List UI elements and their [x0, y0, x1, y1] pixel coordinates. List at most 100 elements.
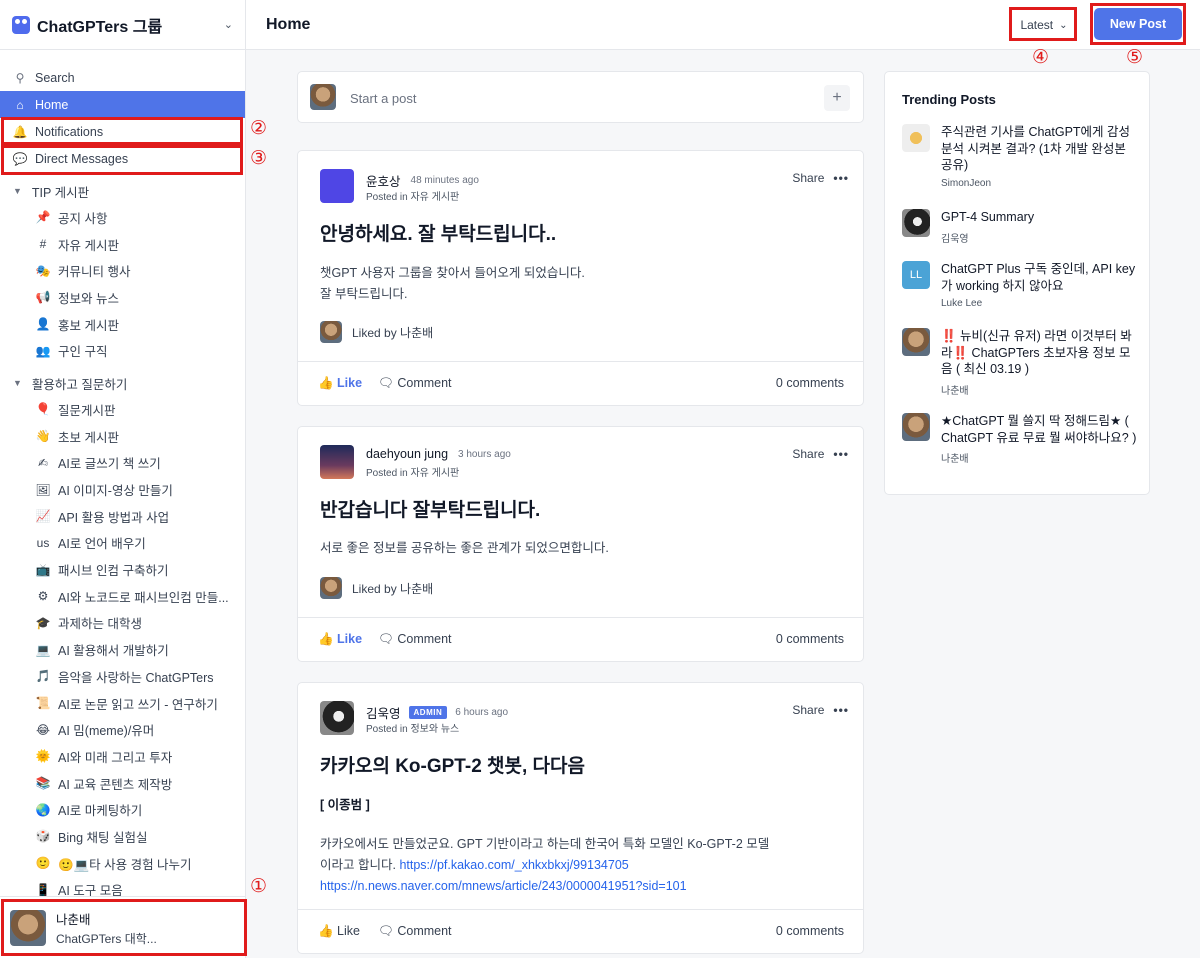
nav-label: Search	[35, 70, 75, 85]
post-title[interactable]: 반갑습니다 잘부탁드립니다.	[320, 495, 540, 522]
channel-item[interactable]: 👥 구인 구직	[0, 337, 245, 364]
channel-icon: ✍	[37, 455, 49, 470]
author-avatar[interactable]	[320, 701, 354, 735]
post-title[interactable]: 카카오의 Ko-GPT-2 챗봇, 다다음	[320, 751, 585, 778]
channel-label: 음악을 사랑하는 ChatGPTers	[58, 670, 214, 685]
trending-item[interactable]: GPT-4 Summary 김욱영	[902, 209, 1137, 245]
comment-count[interactable]: 0 comments	[776, 632, 844, 646]
section-label: TIP 게시판	[31, 185, 90, 200]
channel-item[interactable]: 📌 공지 사항	[0, 204, 245, 231]
channel-label: AI 밈(meme)/유머	[58, 724, 155, 739]
channel-item[interactable]: # 자유 게시판	[0, 231, 245, 258]
channel-icon: 👤	[35, 317, 51, 332]
chevron-down-icon[interactable]: ⌄	[224, 18, 233, 31]
section-usage[interactable]: ▼ 활용하고 질문하기	[0, 370, 245, 396]
annotation-3: ③	[250, 147, 268, 169]
post-footer: 👍 Like 🗨 Comment 0 comments	[298, 909, 863, 953]
comment-button[interactable]: 🗨 Comment	[378, 632, 452, 647]
channel-item[interactable]: ⚙ AI와 노코드로 패시브인컴 만들...	[0, 583, 245, 610]
channel-item[interactable]: 🎵 음악을 사랑하는 ChatGPTers	[0, 663, 245, 690]
channel-item[interactable]: 🙂 🙂💻타 사용 경험 나누기	[0, 850, 245, 877]
post-body-line: 카카오에서도 만들었군요. GPT 기반이라고 하는데 한국어 특화 모델인 K…	[320, 837, 770, 851]
trending-item[interactable]: ★ChatGPT 뭘 쓸지 딱 정해드림★ ( ChatGPT 유료 무료 뭘 …	[902, 413, 1137, 465]
plus-icon[interactable]: +	[824, 85, 850, 111]
channel-icon: 👥	[35, 343, 51, 358]
channel-item[interactable]: 🌏 AI로 마케팅하기	[0, 796, 245, 823]
channel-item[interactable]: 📈 API 활용 방법과 사업	[0, 503, 245, 530]
trending-item-title[interactable]: ‼️ 뉴비(신규 유저) 라면 이것부터 봐라‼️ ChatGPTers 초보자…	[941, 328, 1137, 378]
channel-item[interactable]: 😂 AI 밈(meme)/유머	[0, 716, 245, 743]
trending-item-title[interactable]: 주식관련 기사를 ChatGPT에게 감성분석 시켜본 결과? (1차 개발 완…	[941, 124, 1137, 174]
start-post-input[interactable]: Start a post	[350, 91, 416, 106]
comment-count[interactable]: 0 comments	[776, 376, 844, 390]
post-link[interactable]: https://n.news.naver.com/mnews/article/2…	[320, 876, 769, 897]
channel-label: 패시브 인컴 구축하기	[58, 564, 169, 579]
post-title[interactable]: 안녕하세요. 잘 부탁드립니다..	[320, 219, 556, 246]
post-composer[interactable]: Start a post +	[297, 71, 864, 123]
trending-item-title[interactable]: ChatGPT Plus 구독 중인데, API key가 working 하지…	[941, 261, 1137, 294]
annotation-4: ④	[1032, 46, 1050, 68]
post-card: 윤호상 48 minutes ago Posted in 자유 게시판 Share…	[297, 150, 864, 406]
channel-item[interactable]: 🎲 Bing 채팅 실험실	[0, 823, 245, 850]
channel-item[interactable]: 💻 AI 활용해서 개발하기	[0, 636, 245, 663]
channel-item[interactable]: 🎓 과제하는 대학생	[0, 610, 245, 637]
more-icon[interactable]: •••	[833, 447, 849, 461]
post-body: 카카오에서도 만들었군요. GPT 기반이라고 하는데 한국어 특화 모델인 K…	[320, 834, 769, 897]
post-card: 김욱영 ADMIN 6 hours ago Posted in 정보와 뉴스 Sha…	[297, 682, 864, 954]
trending-item[interactable]: 주식관련 기사를 ChatGPT에게 감성분석 시켜본 결과? (1차 개발 완…	[902, 124, 1137, 189]
posted-in[interactable]: Posted in 자유 게시판	[366, 188, 459, 203]
trending-item[interactable]: LL ChatGPT Plus 구독 중인데, API key가 working…	[902, 261, 1137, 309]
section-tip[interactable]: ▼ TIP 게시판	[0, 178, 245, 204]
share-button[interactable]: Share •••	[792, 447, 849, 461]
comment-label: Comment	[397, 924, 452, 938]
more-icon[interactable]: •••	[833, 171, 849, 185]
comment-count[interactable]: 0 comments	[776, 924, 844, 938]
more-icon[interactable]: •••	[833, 703, 849, 717]
trending-item-author: 김욱영	[941, 233, 969, 245]
channel-item[interactable]: 🖼 AI 이미지-영상 만들기	[0, 476, 245, 503]
trending-item-author: SimonJeon	[941, 177, 992, 189]
channel-item[interactable]: us AI로 언어 배우기	[0, 530, 245, 557]
channel-icon: #	[39, 237, 47, 252]
trending-item[interactable]: ‼️ 뉴비(신규 유저) 라면 이것부터 봐라‼️ ChatGPTers 초보자…	[902, 328, 1137, 397]
posted-in[interactable]: Posted in 정보와 뉴스	[366, 720, 459, 735]
liked-by[interactable]: Liked by 나춘배	[320, 577, 433, 599]
like-button[interactable]: 👍 Like	[318, 376, 362, 391]
post-author[interactable]: daehyoun jung 3 hours ago	[366, 447, 511, 461]
comment-button[interactable]: 🗨 Comment	[378, 376, 452, 391]
channel-item[interactable]: 👋 초보 게시판	[0, 423, 245, 450]
channel-label: AI와 미래 그리고 투자	[58, 750, 173, 765]
like-button[interactable]: 👍 Like	[318, 924, 360, 939]
channel-item[interactable]: 📢 정보와 뉴스	[0, 284, 245, 311]
trending-item-title[interactable]: ★ChatGPT 뭘 쓸지 딱 정해드림★ ( ChatGPT 유료 무료 뭘 …	[941, 413, 1137, 446]
channel-item[interactable]: 🎭 커뮤니티 행사	[0, 257, 245, 284]
posted-in[interactable]: Posted in 자유 게시판	[366, 464, 459, 479]
post-body: 챗GPT 사용자 그룹을 찾아서 들어오게 되었습니다. 잘 부탁드립니다.	[320, 263, 585, 305]
like-label: Like	[337, 632, 363, 646]
channel-item[interactable]: 🌞 AI와 미래 그리고 투자	[0, 743, 245, 770]
highlight-direct-messages	[1, 145, 243, 175]
nav-home[interactable]: ⌂ Home	[0, 91, 245, 118]
home-icon: ⌂	[16, 97, 24, 112]
group-header[interactable]: ChatGPTers 그룹 ⌄	[0, 0, 245, 50]
channel-item[interactable]: 🎈 질문게시판	[0, 396, 245, 423]
post-link[interactable]: https://pf.kakao.com/_xhkxbkxj/99134705	[399, 858, 628, 872]
channel-item[interactable]: 📚 AI 교육 콘텐츠 제작방	[0, 770, 245, 797]
channel-item[interactable]: ✍ AI로 글쓰기 책 쓰기	[0, 450, 245, 477]
comment-button[interactable]: 🗨 Comment	[378, 924, 452, 939]
share-button[interactable]: Share •••	[792, 171, 849, 185]
liked-by-text: Liked by 나춘배	[352, 325, 434, 340]
share-button[interactable]: Share •••	[792, 703, 849, 717]
channel-item[interactable]: 📺 패시브 인컴 구축하기	[0, 556, 245, 583]
channel-item[interactable]: 📜 AI로 논문 읽고 쓰기 - 연구하기	[0, 690, 245, 717]
trending-item-title[interactable]: GPT-4 Summary	[941, 209, 1034, 226]
channel-icon: 📈	[35, 509, 51, 524]
author-avatar[interactable]	[320, 445, 354, 479]
liked-by[interactable]: Liked by 나춘배	[320, 321, 433, 343]
channel-icon: 🌏	[35, 802, 51, 817]
author-name[interactable]: daehyoun jung	[366, 447, 448, 461]
channel-item[interactable]: 👤 홍보 게시판	[0, 311, 245, 338]
author-avatar[interactable]	[320, 169, 354, 203]
nav-search[interactable]: ⚲ Search	[0, 64, 245, 91]
like-button[interactable]: 👍 Like	[318, 632, 362, 647]
